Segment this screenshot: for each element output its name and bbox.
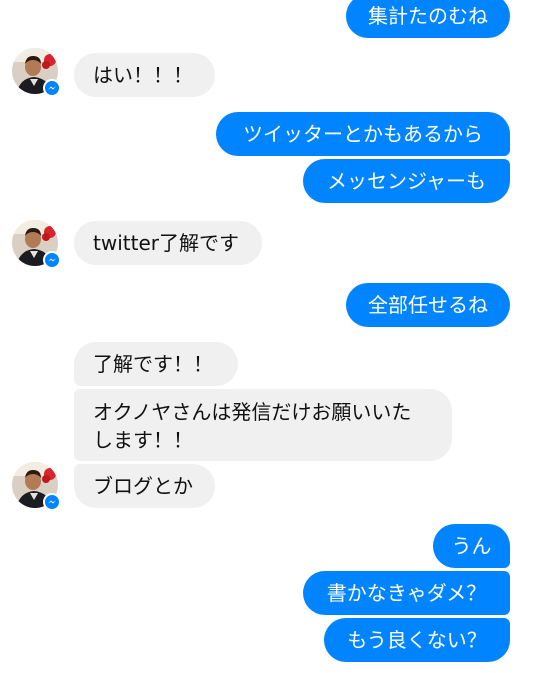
message-bubble-incoming[interactable]: はい！！！ — [74, 53, 215, 97]
message-text: 集計たのむね — [368, 4, 488, 28]
message-bubble-outgoing[interactable]: 全部任せるね — [346, 283, 510, 327]
message-text: ブログとか — [93, 474, 193, 498]
message-bubble-outgoing[interactable]: メッセンジャーも — [303, 159, 510, 203]
message-bubble-outgoing[interactable]: 書かなきゃダメ？ — [303, 571, 510, 615]
message-text: 了解です！！ — [93, 352, 213, 376]
contact-avatar[interactable] — [12, 462, 61, 511]
message-text-line: します！！ — [93, 428, 193, 452]
message-bubble-incoming[interactable]: 了解です！！ — [74, 342, 238, 386]
messenger-badge-icon — [43, 79, 61, 97]
message-text: 全部任せるね — [368, 293, 488, 317]
messenger-badge-icon — [43, 251, 61, 269]
message-text: ツイッターとかもあるから — [243, 122, 483, 146]
message-text-line: オクノヤさんは発信だけお願いいた — [93, 400, 412, 424]
message-bubble-incoming[interactable]: ブログとか — [74, 464, 215, 508]
message-text: もう良くない？ — [347, 628, 487, 652]
message-text: twitter了解です — [93, 231, 239, 255]
message-text: メッセンジャーも — [327, 169, 486, 193]
message-text: はい！！！ — [93, 63, 193, 87]
message-text: 書かなきゃダメ？ — [326, 581, 487, 605]
messenger-badge-icon — [43, 493, 61, 511]
message-bubble-outgoing[interactable]: もう良くない？ — [324, 618, 510, 662]
contact-avatar[interactable] — [12, 220, 61, 269]
message-bubble-outgoing[interactable]: うん — [433, 524, 510, 568]
message-bubble-incoming[interactable]: twitter了解です — [74, 221, 262, 265]
message-bubble-incoming[interactable]: オクノヤさんは発信だけお願いいた します！！ — [74, 389, 452, 461]
message-text: うん — [451, 534, 492, 558]
message-bubble-outgoing[interactable]: ツイッターとかもあるから — [216, 112, 510, 156]
contact-avatar[interactable] — [12, 48, 61, 97]
message-bubble-outgoing[interactable]: 集計たのむね — [346, 0, 510, 38]
